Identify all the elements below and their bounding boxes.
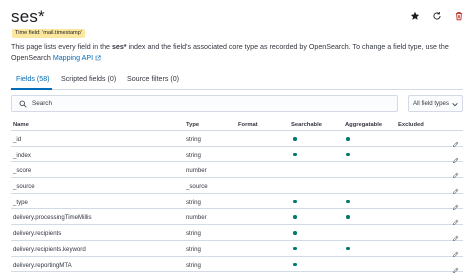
field-name: delivery.recipients.keyword (13, 245, 86, 253)
field-type: _source (186, 183, 208, 191)
field-type: number (186, 214, 207, 222)
pencil-icon[interactable] (452, 182, 459, 195)
search-icon (19, 100, 27, 108)
page-description: This page lists every field in the ses* … (11, 42, 469, 63)
searchable-indicator (293, 231, 297, 235)
pencil-icon[interactable] (452, 213, 459, 226)
pencil-icon[interactable] (452, 135, 459, 147)
field-name: _source (13, 183, 35, 191)
header-actions (410, 11, 464, 21)
aggregatable-indicator (346, 199, 350, 204)
column-header-format[interactable]: Format (238, 122, 258, 128)
field-type: string (186, 198, 201, 206)
description-text-1: This page lists every field in the (11, 43, 112, 51)
field-type: string (186, 230, 201, 238)
description-index-name: ses* (111, 43, 127, 51)
column-header-name[interactable]: Name (13, 122, 29, 128)
aggregatable-indicator (346, 137, 350, 141)
aggregatable-indicator (346, 215, 350, 219)
field-name: delivery.processingTimeMillis (13, 214, 92, 222)
star-icon[interactable] (410, 11, 420, 21)
pencil-icon[interactable] (452, 229, 459, 242)
pencil-icon[interactable] (452, 166, 459, 179)
searchable-indicator (293, 137, 297, 141)
aggregatable-indicator (346, 152, 350, 157)
table-row: _id string (11, 131, 463, 147)
active-tab-indicator (11, 88, 52, 90)
field-type: string (186, 136, 201, 143)
table-row: delivery.recipients.keyword string (11, 241, 463, 257)
external-link-icon (95, 54, 101, 60)
searchable-indicator (293, 246, 297, 251)
time-field-badge: Time field: 'mail.timestamp' (12, 29, 85, 38)
aggregatable-indicator (346, 246, 350, 251)
field-type-filter[interactable]: All field types (408, 95, 463, 112)
table-row: _type string (11, 194, 463, 210)
field-name: _score (13, 167, 32, 175)
search-field[interactable] (11, 95, 398, 112)
page-title: ses* (11, 7, 45, 26)
column-header-excluded[interactable]: Excluded (398, 122, 424, 128)
field-name: _type (13, 198, 28, 206)
field-name: _id (13, 136, 22, 143)
table-row: delivery.recipients string (11, 225, 463, 242)
tab-source-filters[interactable]: Source filters (0) (127, 75, 179, 83)
chevron-down-icon (452, 103, 458, 107)
field-type: string (186, 245, 201, 253)
tab-scripted-fields[interactable]: Scripted fields (0) (61, 75, 116, 83)
tab-bar: Fields (58) Scripted fields (0) Source f… (11, 71, 463, 90)
search-input[interactable] (32, 97, 392, 110)
delete-icon[interactable] (454, 11, 464, 21)
tab-fields[interactable]: Fields (58) (16, 75, 50, 83)
field-name: delivery.recipients (13, 230, 62, 238)
searchable-indicator (293, 215, 297, 219)
column-header-aggregatable[interactable]: Aggregatable (345, 122, 382, 128)
searchable-indicator (293, 262, 297, 266)
refresh-icon[interactable] (432, 11, 442, 21)
field-name: _index (13, 151, 31, 159)
searchable-indicator (293, 152, 297, 157)
field-type: number (186, 167, 207, 175)
table-header: Name Type Format Searchable Aggregatable… (11, 119, 463, 131)
pencil-icon[interactable] (452, 261, 459, 273)
field-type: string (186, 261, 201, 269)
field-type-filter-label: All field types (413, 100, 449, 107)
field-name: delivery.reportingMTA (13, 261, 72, 269)
table-row: delivery.reportingMTA string (11, 257, 463, 273)
mapping-api-link[interactable]: Mapping API (53, 54, 101, 62)
field-type: string (186, 151, 201, 159)
fields-table: Name Type Format Searchable Aggregatable… (11, 119, 463, 273)
mapping-api-link-label[interactable]: Mapping API (53, 54, 93, 62)
column-header-type[interactable]: Type (186, 122, 199, 128)
pencil-icon[interactable] (452, 151, 459, 163)
table-row: _score number (11, 162, 463, 179)
searchable-indicator (293, 199, 297, 204)
column-header-searchable[interactable]: Searchable (291, 122, 322, 128)
table-row: _index string (11, 147, 463, 163)
table-row: _source _source (11, 178, 463, 195)
pencil-icon[interactable] (452, 245, 459, 257)
pencil-icon[interactable] (452, 198, 459, 210)
table-row: delivery.processingTimeMillis number (11, 209, 463, 226)
